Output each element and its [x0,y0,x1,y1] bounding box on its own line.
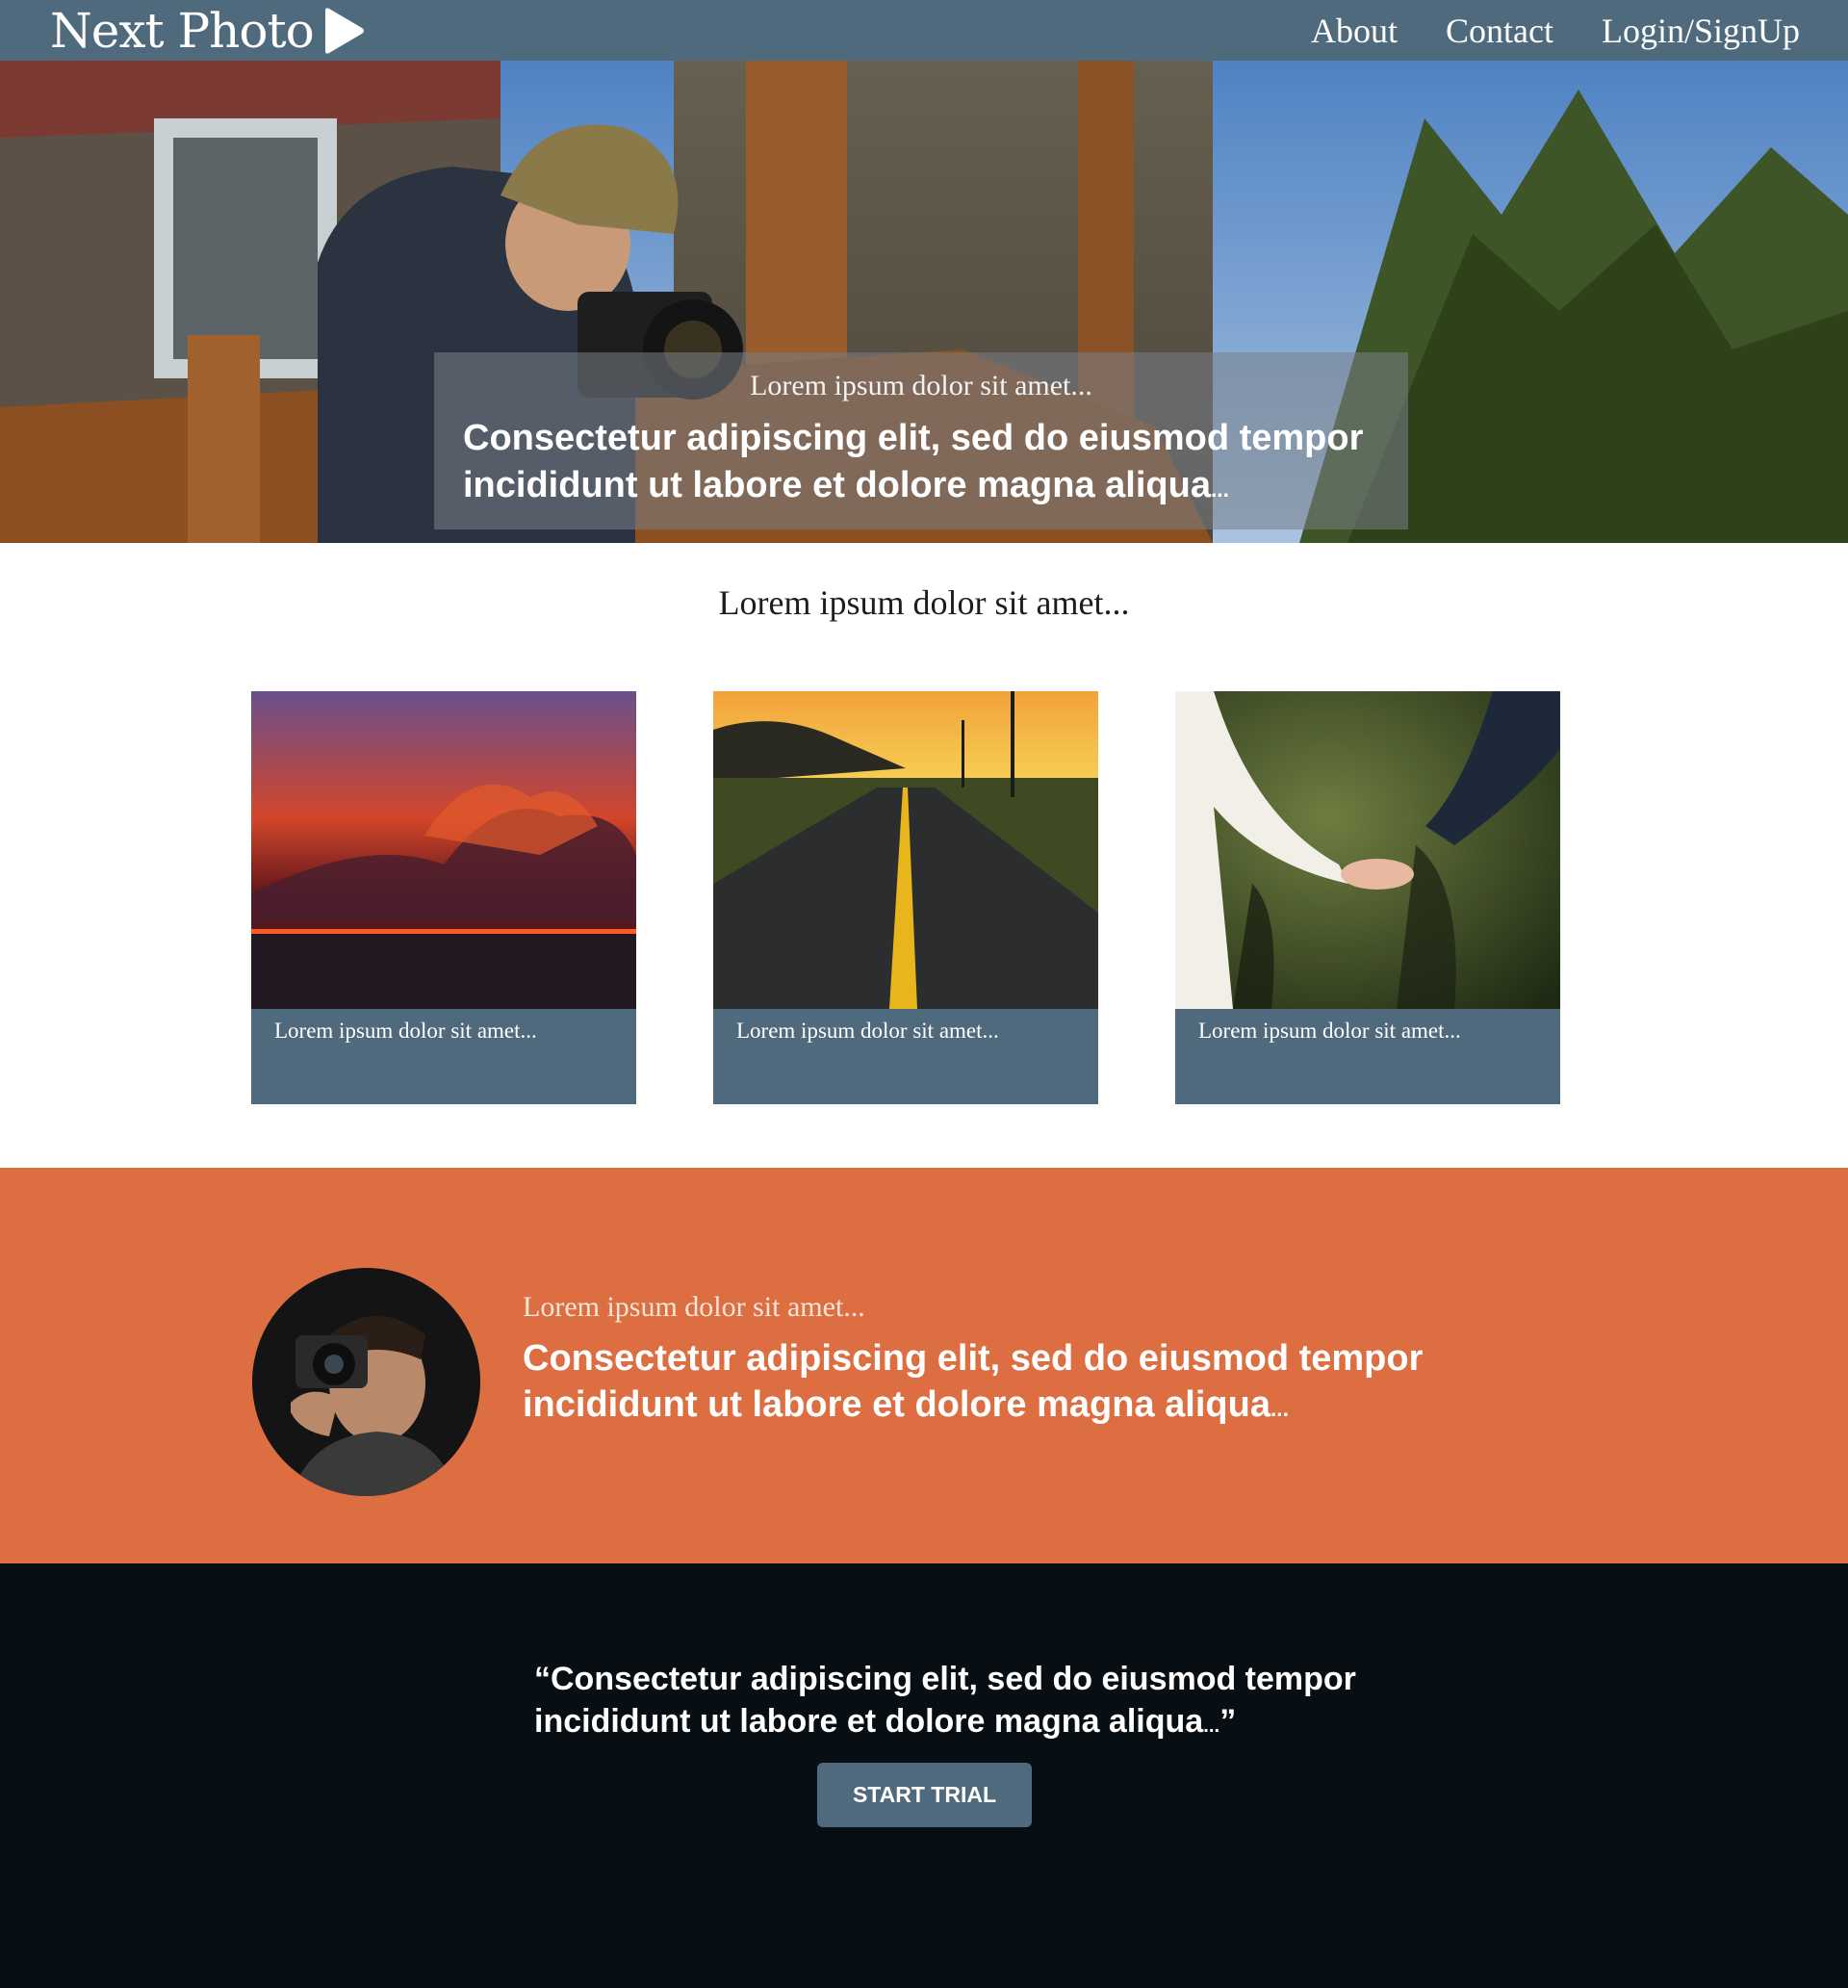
photographer-avatar [252,1268,480,1496]
nav-link-contact[interactable]: Contact [1446,11,1553,51]
quote-close-mark: ” [1219,1703,1237,1740]
brand-name: Next Photo [50,3,315,59]
sunset-image [251,691,636,1009]
card-caption: Lorem ipsum dolor sit amet... [274,1019,537,1043]
gallery-intro: Lorem ipsum dolor sit amet... [718,583,1130,622]
hero-banner: Lorem ipsum dolor sit amet... Consectetu… [0,61,1848,543]
gallery-card-sunset[interactable]: Lorem ipsum dolor sit amet... [251,691,636,1104]
hero-text-box: Lorem ipsum dolor sit amet... Consectetu… [434,352,1408,529]
top-navigation: Next Photo About Contact Login/SignUp [0,0,1848,61]
holding-hands-image [1175,691,1560,1009]
gallery-card-hands[interactable]: Lorem ipsum dolor sit amet... [1175,691,1560,1104]
quote-line-2: incididunt ut labore et dolore magna ali… [534,1703,1204,1740]
hero-headline: Consectetur adipiscing elit, sed do eius… [463,415,1387,513]
quote-line-1: “Consectetur adipiscing elit, sed do eiu… [534,1661,1356,1697]
play-triangle-icon [324,8,364,54]
nav-link-about[interactable]: About [1311,11,1398,51]
feature-kicker: Lorem ipsum dolor sit amet... [523,1291,865,1323]
feature-band: Lorem ipsum dolor sit amet... Consectetu… [0,1168,1848,1563]
nav-link-login-signup[interactable]: Login/SignUp [1602,11,1800,51]
gallery-card-road[interactable]: Lorem ipsum dolor sit amet... [713,691,1098,1104]
card-caption: Lorem ipsum dolor sit amet... [736,1019,999,1043]
feature-headline: Consectetur adipiscing elit, sed do eius… [523,1335,1485,1432]
nav-links: About Contact Login/SignUp [1263,0,1800,61]
feature-headline-line-2: incididunt ut labore et dolore magna ali… [523,1384,1270,1425]
testimonial-quote: “Consectetur adipiscing elit, sed do eiu… [534,1658,1400,1747]
quote-ellipsis: ... [1203,1716,1220,1737]
hero-headline-ellipsis: ... [1210,477,1229,502]
hero-headline-line-1: Consectetur adipiscing elit, sed do eius… [463,418,1364,458]
feature-headline-line-1: Consectetur adipiscing elit, sed do eius… [523,1338,1424,1379]
brand-logo[interactable]: Next Photo [50,2,366,60]
hero-kicker: Lorem ipsum dolor sit amet... [750,370,1092,401]
hero-headline-line-2: incididunt ut labore et dolore magna ali… [463,465,1211,505]
feature-headline-ellipsis: ... [1270,1396,1289,1421]
road-image [713,691,1098,1009]
testimonial-section: “Consectetur adipiscing elit, sed do eiu… [0,1563,1848,1988]
start-trial-button[interactable]: START TRIAL [817,1763,1032,1827]
card-caption: Lorem ipsum dolor sit amet... [1198,1019,1461,1043]
